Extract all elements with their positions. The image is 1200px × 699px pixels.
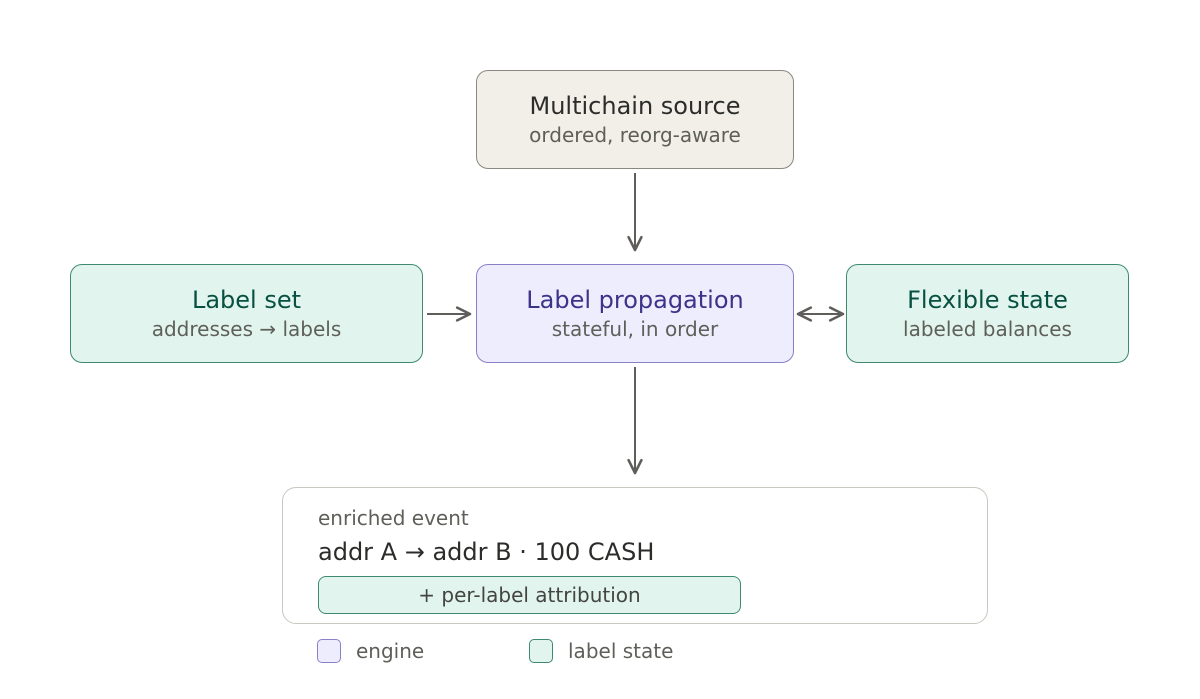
node-title: Label propagation: [526, 285, 744, 314]
legend-swatch-label-state: [529, 639, 553, 663]
node-subtitle: addresses → labels: [151, 316, 342, 341]
node-label-set: Label set addresses → labels: [70, 264, 423, 363]
enriched-event-caption: enriched event: [318, 506, 469, 530]
node-subtitle: ordered, reorg-aware: [529, 122, 741, 147]
attribution-pill: + per-label attribution: [318, 576, 741, 614]
enriched-event-text: addr A → addr B · 100 CASH: [318, 538, 655, 566]
node-title: Flexible state: [907, 285, 1068, 314]
legend-label-label-state: label state: [568, 639, 674, 663]
legend-label-engine: engine: [356, 639, 425, 663]
node-flexible-state: Flexible state labeled balances: [846, 264, 1129, 363]
enriched-event-card: enriched event addr A → addr B · 100 CAS…: [282, 487, 988, 624]
node-multichain-source: Multichain source ordered, reorg-aware: [476, 70, 794, 169]
node-subtitle: labeled balances: [903, 316, 1072, 341]
legend-item-label-state: label state: [529, 638, 673, 664]
node-subtitle: stateful, in order: [551, 316, 719, 341]
node-title: Label set: [191, 285, 302, 314]
node-title: Multichain source: [529, 91, 741, 120]
node-label-propagation: Label propagation stateful, in order: [476, 264, 794, 363]
legend-swatch-engine: [317, 639, 341, 663]
legend-item-engine: engine: [317, 638, 424, 664]
